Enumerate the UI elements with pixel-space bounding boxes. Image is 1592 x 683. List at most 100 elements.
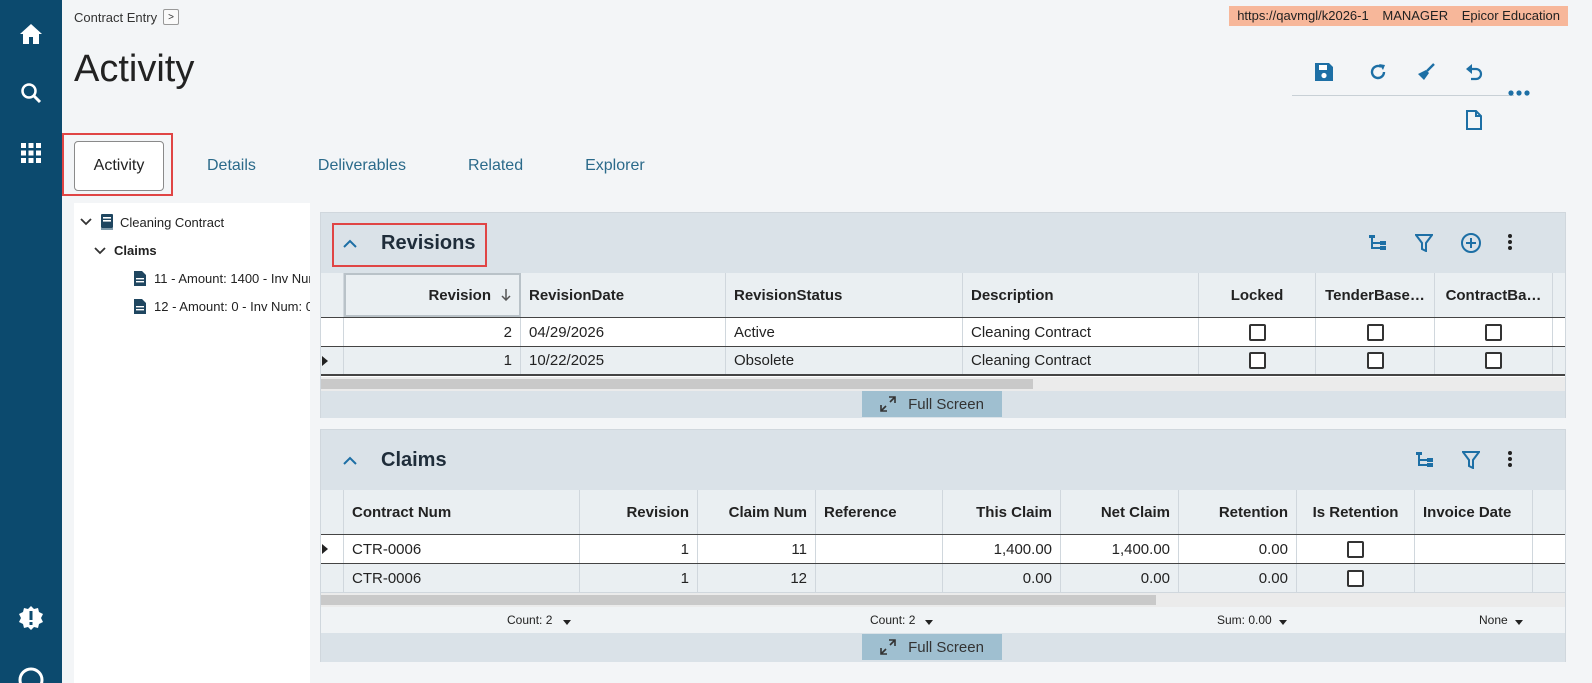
chevron-down-icon[interactable] — [92, 246, 108, 255]
chevron-up-icon[interactable] — [339, 449, 361, 471]
column-header-revisionstatus[interactable]: RevisionStatus — [726, 273, 963, 317]
cell-retention[interactable]: 0.00 — [1179, 535, 1297, 563]
cell-claim-num[interactable]: 12 — [698, 564, 816, 592]
column-header-retention[interactable]: Retention — [1179, 490, 1297, 534]
column-header-revision[interactable]: Revision — [580, 490, 698, 534]
contractbase-checkbox[interactable] — [1485, 352, 1502, 369]
clear-icon[interactable] — [1410, 56, 1442, 88]
tab-activity[interactable]: Activity — [74, 141, 164, 191]
cell-revision[interactable]: 1 — [344, 347, 521, 374]
tenderbase-checkbox[interactable] — [1366, 323, 1384, 341]
kebab-menu-icon[interactable] — [1497, 446, 1523, 472]
cell-description[interactable]: Cleaning Contract — [963, 347, 1199, 374]
add-row-icon[interactable] — [1458, 230, 1484, 256]
column-header-description[interactable]: Description — [963, 273, 1199, 317]
sort-arrow-down-icon[interactable] — [501, 289, 511, 301]
tree-view-icon[interactable] — [1412, 447, 1438, 473]
claims-fullscreen-button[interactable]: Full Screen — [862, 634, 1002, 660]
tree-view-icon[interactable] — [1365, 230, 1391, 256]
cell-description[interactable]: Cleaning Contract — [963, 318, 1199, 346]
column-header-claim-num[interactable]: Claim Num — [698, 490, 816, 534]
more-icon[interactable] — [1503, 77, 1535, 109]
revisions-fullscreen-button[interactable]: Full Screen — [862, 391, 1002, 417]
cell-revision-date[interactable]: 10/22/2025 — [521, 347, 726, 374]
refresh-icon[interactable] — [1362, 56, 1394, 88]
column-header-revision[interactable]: Revision — [344, 273, 521, 317]
locked-checkbox[interactable] — [1248, 323, 1266, 341]
table-row[interactable]: CTR-0006 1 11 1,400.00 1,400.00 0.00 — [321, 535, 1565, 564]
cell-this-claim[interactable]: 0.00 — [943, 564, 1061, 592]
caret-down-icon[interactable] — [925, 614, 933, 628]
tree-node-contract[interactable]: Cleaning Contract — [78, 214, 224, 230]
chevron-down-icon[interactable] — [78, 218, 94, 226]
cell-revision-date[interactable]: 04/29/2026 — [521, 318, 726, 346]
caret-down-icon[interactable] — [1515, 614, 1523, 628]
table-row[interactable]: 2 04/29/2026 Active Cleaning Contract — [321, 318, 1565, 347]
cell-revision[interactable]: 1 — [580, 564, 698, 592]
column-header-reference[interactable]: Reference — [816, 490, 943, 534]
scrollbar-thumb[interactable] — [321, 379, 1033, 389]
claims-horizontal-scrollbar[interactable] — [321, 593, 1565, 607]
cell-contract-num[interactable]: CTR-0006 — [344, 535, 580, 563]
caret-down-icon[interactable] — [563, 614, 571, 628]
is-retention-checkbox[interactable] — [1347, 569, 1364, 587]
row-selector[interactable] — [321, 535, 344, 563]
aggregate-count-claim[interactable]: Count: 2 — [870, 613, 915, 627]
new-document-icon[interactable] — [1458, 104, 1490, 136]
tree-node-claims[interactable]: Claims — [92, 243, 157, 258]
tab-explorer[interactable]: Explorer — [554, 157, 676, 175]
column-header-locked[interactable]: Locked — [1199, 273, 1316, 317]
column-header-contract-num[interactable]: Contract Num — [344, 490, 580, 534]
column-header-net-claim[interactable]: Net Claim — [1061, 490, 1179, 534]
cell-reference[interactable] — [816, 535, 943, 563]
column-header-contractbase[interactable]: ContractBa… — [1435, 273, 1553, 317]
cell-invoice-date[interactable] — [1415, 564, 1533, 592]
row-selector[interactable] — [321, 347, 344, 374]
cell-claim-num[interactable]: 11 — [698, 535, 816, 563]
cell-revision-status[interactable]: Obsolete — [726, 347, 963, 374]
search-icon[interactable] — [0, 73, 62, 113]
contractbase-checkbox[interactable] — [1485, 323, 1502, 341]
row-selector[interactable] — [321, 318, 344, 346]
column-header-tenderbase[interactable]: TenderBase… — [1316, 273, 1435, 317]
cell-retention[interactable]: 0.00 — [1179, 564, 1297, 592]
revisions-horizontal-scrollbar[interactable] — [321, 377, 1565, 391]
breadcrumb-label[interactable]: Contract Entry — [74, 10, 157, 25]
tab-related[interactable]: Related — [437, 157, 554, 175]
column-header-invoice-date[interactable]: Invoice Date — [1415, 490, 1533, 534]
tree-node-claim-12[interactable]: 12 - Amount: 0 - Inv Num: 0 — [134, 299, 310, 314]
kebab-menu-icon[interactable] — [1497, 229, 1523, 255]
table-row[interactable]: CTR-0006 1 12 0.00 0.00 0.00 — [321, 564, 1565, 593]
home-icon[interactable] — [0, 14, 62, 54]
chevron-right-icon[interactable]: > — [163, 9, 180, 25]
locked-checkbox[interactable] — [1248, 352, 1266, 369]
column-header-revisiondate[interactable]: RevisionDate — [521, 273, 726, 317]
scrollbar-thumb[interactable] — [321, 595, 1156, 605]
cell-net-claim[interactable]: 1,400.00 — [1061, 535, 1179, 563]
help-icon[interactable] — [0, 660, 62, 683]
cell-this-claim[interactable]: 1,400.00 — [943, 535, 1061, 563]
save-icon[interactable] — [1308, 56, 1340, 88]
cell-net-claim[interactable]: 0.00 — [1061, 564, 1179, 592]
row-selector[interactable] — [321, 564, 344, 592]
is-retention-checkbox[interactable] — [1347, 540, 1364, 558]
cell-revision[interactable]: 1 — [580, 535, 698, 563]
filter-icon[interactable] — [1411, 230, 1437, 256]
tab-deliverables[interactable]: Deliverables — [287, 157, 437, 175]
tenderbase-checkbox[interactable] — [1366, 352, 1384, 369]
cell-contract-num[interactable]: CTR-0006 — [344, 564, 580, 592]
aggregate-sum-retention[interactable]: Sum: 0.00 — [1217, 613, 1272, 627]
column-header-is-retention[interactable]: Is Retention — [1297, 490, 1415, 534]
aggregate-none[interactable]: None — [1479, 613, 1508, 627]
column-header-this-claim[interactable]: This Claim — [943, 490, 1061, 534]
apps-grid-icon[interactable] — [0, 133, 62, 173]
tab-details[interactable]: Details — [176, 157, 287, 175]
table-row[interactable]: 1 10/22/2025 Obsolete Cleaning Contract — [321, 347, 1565, 376]
filter-icon[interactable] — [1458, 447, 1484, 473]
cell-invoice-date[interactable] — [1415, 535, 1533, 563]
caret-down-icon[interactable] — [1279, 614, 1287, 628]
undo-icon[interactable] — [1458, 56, 1490, 88]
cell-reference[interactable] — [816, 564, 943, 592]
alert-icon[interactable] — [0, 598, 62, 638]
cell-revision[interactable]: 2 — [344, 318, 521, 346]
